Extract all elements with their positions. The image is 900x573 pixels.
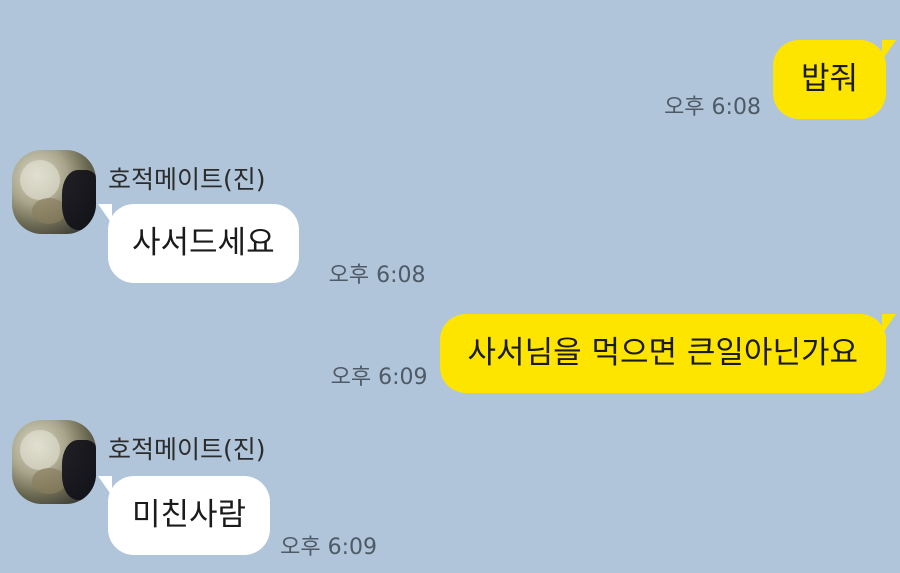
message-bubble-incoming[interactable]: 사서드세요: [98, 204, 299, 283]
avatar-image-detail: [20, 160, 60, 200]
message-timestamp: 오후 6:08: [664, 95, 761, 120]
message-bubble-incoming[interactable]: 미친사람: [97, 476, 271, 555]
avatar-image-detail: [62, 440, 96, 500]
sender-avatar[interactable]: [12, 420, 96, 504]
message-bubble-outgoing[interactable]: 밥줘: [772, 40, 897, 119]
avatar-image-detail: [62, 170, 96, 230]
message-timestamp: 오후 6:09: [330, 365, 428, 390]
chat-room: 오후 6:08 밥줘 호적메이트(진) 사서드세요 오후 6:08 오후 6:0…: [0, 0, 900, 573]
message-row-outgoing: 오후 6:08 밥줘: [0, 40, 900, 120]
avatar-image-detail: [20, 430, 60, 470]
message-timestamp: 오후 6:08: [328, 263, 426, 288]
avatar-image-detail: [32, 468, 66, 494]
message-row-incoming: 사서드세요 오후 6:08: [98, 204, 426, 288]
sender-name[interactable]: 호적메이트(진): [108, 160, 266, 196]
message-bubble-outgoing[interactable]: 사서님을 먹으면 큰일아닌가요: [439, 314, 897, 393]
avatar-image-detail: [32, 198, 66, 224]
sender-avatar[interactable]: [12, 150, 96, 234]
sender-name[interactable]: 호적메이트(진): [108, 430, 266, 466]
message-timestamp: 오후 6:09: [280, 535, 377, 560]
message-row-outgoing: 오후 6:09 사서님을 먹으면 큰일아닌가요: [0, 314, 900, 393]
message-row-incoming: 미친사람 오후 6:09: [97, 476, 377, 560]
